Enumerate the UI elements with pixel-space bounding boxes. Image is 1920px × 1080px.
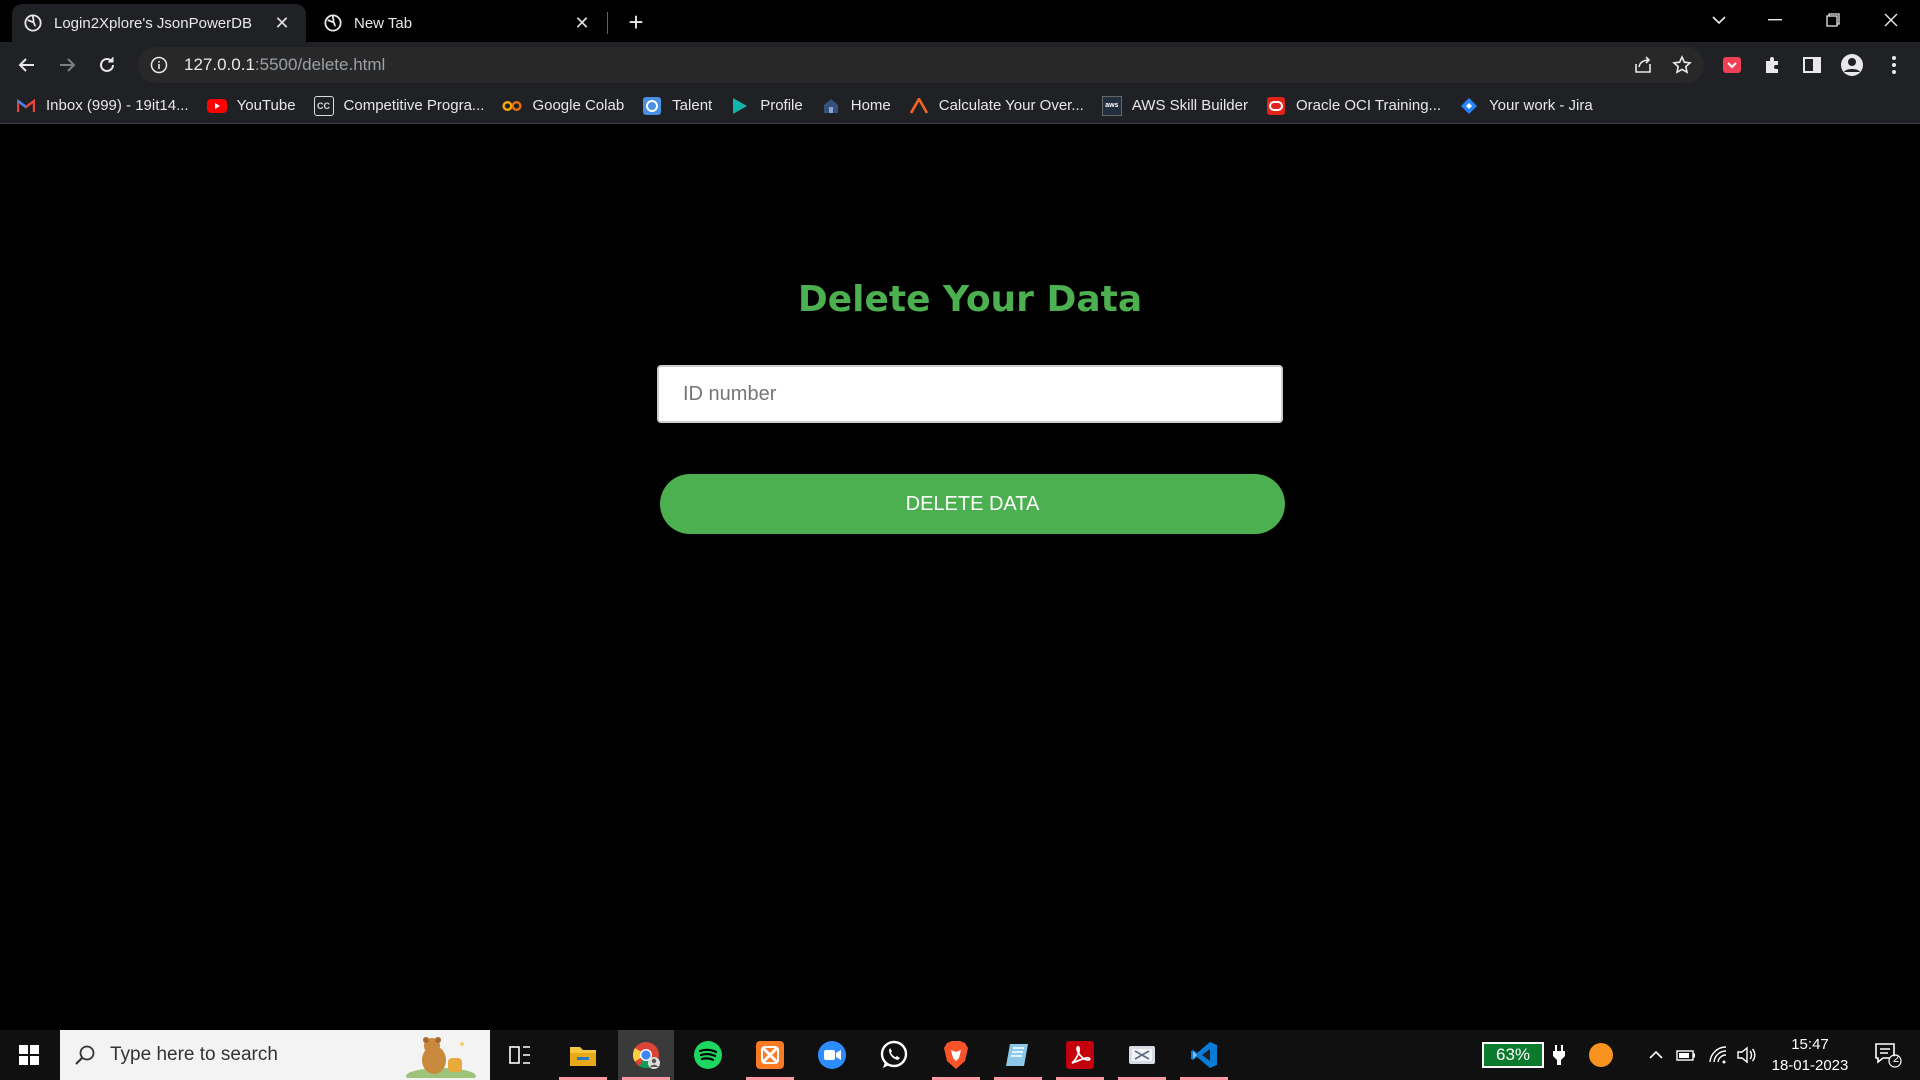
profile-play-icon bbox=[730, 96, 750, 116]
plug-icon bbox=[1548, 1030, 1570, 1080]
bookmark-label: YouTube bbox=[236, 97, 296, 114]
whatsapp-icon[interactable] bbox=[866, 1030, 922, 1080]
page-content: Delete Your Data DELETE DATA bbox=[0, 125, 1920, 1030]
restore-button[interactable] bbox=[1810, 0, 1856, 40]
battery-percentage[interactable]: 63% bbox=[1482, 1042, 1544, 1068]
bookmark-label: Profile bbox=[760, 97, 803, 114]
bookmark-calculate[interactable]: Calculate Your Over... bbox=[909, 96, 1084, 116]
orange-app-tray-icon[interactable] bbox=[1586, 1030, 1616, 1080]
colab-icon bbox=[502, 96, 522, 116]
chrome-icon[interactable] bbox=[618, 1030, 674, 1080]
profile-avatar-icon[interactable] bbox=[1836, 49, 1868, 81]
notification-count: 2 bbox=[1892, 1053, 1900, 1065]
extensions-puzzle-icon[interactable] bbox=[1756, 49, 1788, 81]
bookmark-label: Inbox (999) - 19it14... bbox=[46, 97, 189, 114]
bookmark-label: Calculate Your Over... bbox=[938, 97, 1084, 114]
delete-data-button[interactable]: DELETE DATA bbox=[660, 474, 1285, 534]
menu-kebab-icon[interactable] bbox=[1878, 49, 1910, 81]
clock-time: 15:47 bbox=[1791, 1036, 1829, 1053]
jira-icon bbox=[1459, 96, 1479, 116]
browser-toolbar: 127.0.0.1:5500/delete.html bbox=[0, 42, 1920, 88]
bookmark-label: Google Colab bbox=[532, 97, 625, 114]
search-placeholder: Type here to search bbox=[110, 1044, 278, 1065]
battery-tray-icon[interactable] bbox=[1674, 1030, 1698, 1080]
url-path: :5500/delete.html bbox=[254, 55, 386, 74]
close-window-button[interactable] bbox=[1868, 0, 1914, 40]
bookmark-home[interactable]: Home bbox=[821, 96, 891, 116]
share-icon[interactable] bbox=[1627, 49, 1659, 81]
id-number-input[interactable] bbox=[657, 365, 1283, 423]
search-icon bbox=[75, 1045, 95, 1065]
bookmark-label: Talent bbox=[672, 97, 713, 114]
start-button[interactable] bbox=[0, 1030, 58, 1080]
globe-icon bbox=[324, 14, 342, 32]
bookmark-profile[interactable]: Profile bbox=[730, 96, 803, 116]
bookmark-talent[interactable]: Talent bbox=[642, 96, 712, 116]
taskbar-search-box[interactable]: Type here to search bbox=[60, 1030, 490, 1080]
close-icon[interactable]: ✕ bbox=[272, 13, 292, 33]
youtube-icon bbox=[206, 96, 227, 116]
talent-icon bbox=[642, 96, 662, 116]
show-hidden-icons-chevron-icon[interactable] bbox=[1644, 1030, 1668, 1080]
bookmark-oracle-oci[interactable]: Oracle OCI Training... bbox=[1266, 96, 1441, 116]
tab-search-chevron-icon[interactable] bbox=[1696, 0, 1742, 40]
aws-icon: aws bbox=[1101, 95, 1122, 116]
reload-button[interactable] bbox=[91, 49, 123, 81]
tab-strip: Login2Xplore's JsonPowerDB ✕ New Tab ✕ + bbox=[0, 0, 1920, 42]
info-icon[interactable] bbox=[150, 56, 168, 74]
calculate-icon bbox=[909, 96, 929, 116]
volume-icon[interactable] bbox=[1734, 1030, 1758, 1080]
close-icon[interactable]: ✕ bbox=[572, 13, 592, 33]
system-clock[interactable]: 15:47 18-01-2023 bbox=[1762, 1034, 1858, 1076]
acrobat-icon[interactable] bbox=[1052, 1030, 1108, 1080]
gmail-icon bbox=[16, 96, 36, 116]
spotify-icon[interactable] bbox=[680, 1030, 736, 1080]
side-panel-icon[interactable] bbox=[1796, 49, 1828, 81]
bookmark-jira[interactable]: Your work - Jira bbox=[1459, 96, 1593, 116]
address-bar[interactable]: 127.0.0.1:5500/delete.html bbox=[138, 47, 1704, 83]
snipping-tool-icon[interactable] bbox=[1114, 1030, 1170, 1080]
notification-center-icon[interactable]: 2 bbox=[1866, 1030, 1910, 1080]
pocket-extension-icon[interactable] bbox=[1716, 49, 1748, 81]
tab-label: Login2Xplore's JsonPowerDB bbox=[54, 14, 252, 32]
bookmark-label: AWS Skill Builder bbox=[1131, 97, 1248, 114]
bookmark-star-icon[interactable] bbox=[1666, 49, 1698, 81]
back-button[interactable] bbox=[11, 49, 43, 81]
bookmark-label: Your work - Jira bbox=[1489, 97, 1593, 114]
codechef-icon: CC bbox=[313, 95, 334, 116]
tab-label: New Tab bbox=[354, 14, 413, 32]
windows-taskbar: Type here to search 63% 15:47 18-01-2023… bbox=[0, 1030, 1920, 1080]
bookmark-gmail[interactable]: Inbox (999) - 19it14... bbox=[16, 96, 189, 116]
tab-divider bbox=[607, 12, 608, 34]
wifi-icon[interactable] bbox=[1706, 1030, 1730, 1080]
notes-app-icon[interactable] bbox=[990, 1030, 1046, 1080]
search-highlight-bear-icon bbox=[406, 1037, 476, 1078]
task-view-icon[interactable] bbox=[492, 1030, 548, 1080]
windows-logo-icon bbox=[19, 1045, 39, 1065]
forward-button[interactable] bbox=[51, 49, 83, 81]
bookmarks-bar: Inbox (999) - 19it14... YouTube CC Compe… bbox=[0, 88, 1920, 124]
bookmark-google-colab[interactable]: Google Colab bbox=[502, 96, 624, 116]
new-tab-button[interactable]: + bbox=[622, 7, 650, 37]
page-title: Delete Your Data bbox=[797, 279, 1143, 320]
bookmark-label: Oracle OCI Training... bbox=[1295, 97, 1442, 114]
tab-new-tab[interactable]: New Tab ✕ bbox=[312, 4, 606, 42]
xampp-icon[interactable] bbox=[742, 1030, 798, 1080]
bookmark-label: Home bbox=[850, 97, 891, 114]
url-host: 127.0.0.1 bbox=[184, 55, 255, 74]
minimize-button[interactable] bbox=[1752, 0, 1798, 40]
oracle-icon bbox=[1266, 96, 1286, 116]
vscode-icon[interactable] bbox=[1176, 1030, 1232, 1080]
home-icon bbox=[821, 96, 841, 116]
zoom-icon[interactable] bbox=[804, 1030, 860, 1080]
tab-jsonpowerdb[interactable]: Login2Xplore's JsonPowerDB ✕ bbox=[12, 4, 306, 42]
brave-icon[interactable] bbox=[928, 1030, 984, 1080]
file-explorer-icon[interactable] bbox=[555, 1030, 611, 1080]
clock-date: 18-01-2023 bbox=[1771, 1057, 1849, 1074]
bookmark-aws-skill-builder[interactable]: aws AWS Skill Builder bbox=[1101, 95, 1248, 116]
globe-icon bbox=[24, 14, 42, 32]
bookmark-label: Competitive Progra... bbox=[343, 97, 485, 114]
bookmark-competitive-programming[interactable]: CC Competitive Progra... bbox=[313, 95, 485, 116]
bookmark-youtube[interactable]: YouTube bbox=[206, 96, 296, 116]
